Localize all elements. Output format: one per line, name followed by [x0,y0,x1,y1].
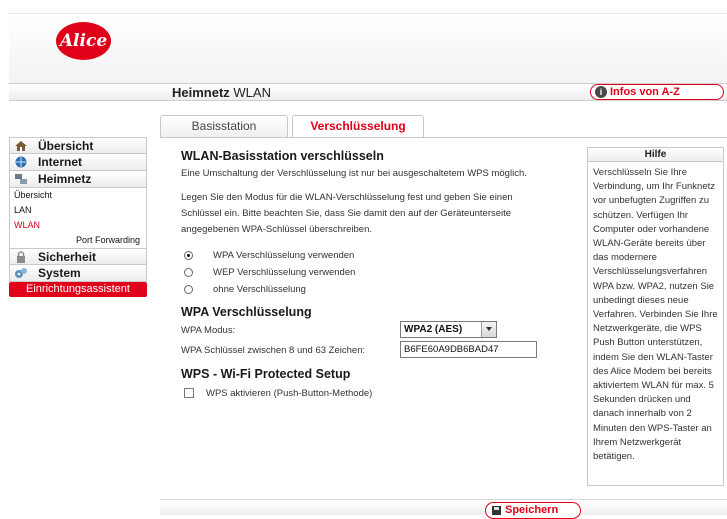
sidebar-nav: Übersicht Internet Heimnetz Übersicht LA… [9,137,147,297]
help-panel: Hilfe Verschlüsseln Sie Ihre Verbindung,… [587,147,724,486]
wps-checkbox-row[interactable]: WPS aktivieren (Push-Button-Methode) [181,383,576,403]
wpa-mode-label: WPA Modus: [181,324,236,336]
radio-none[interactable] [184,285,193,294]
wpa-key-input[interactable]: B6FE60A9DB6BAD47 [400,341,537,358]
wps-checkbox[interactable] [184,388,194,398]
sidebar-item-uebersicht[interactable]: Übersicht [9,137,147,154]
radio-wpa[interactable] [184,251,193,260]
radio-wep-row[interactable]: WEP Verschlüsselung verwenden [181,264,576,281]
tab-basisstation[interactable]: Basisstation [160,115,288,137]
sidebar-einrichtungsassistent[interactable]: Einrichtungsassistent [9,282,147,297]
network-icon [14,173,28,185]
sidebar-item-heimnetz[interactable]: Heimnetz [9,171,147,188]
sidebar-subitem-uebersicht[interactable]: Übersicht [9,188,147,203]
alice-logo: Alice [56,22,111,60]
help-text: Verschlüsseln Sie Ihre Verbindung, um Ih… [593,167,718,463]
wpa-mode-row: WPA Modus: WPA2 (AES) [181,320,576,340]
sidebar-subitem-port-forwarding[interactable]: Port Forwarding [9,233,147,248]
lock-icon [14,250,28,263]
wps-note: Eine Umschaltung der Verschlüsselung ist… [181,168,527,179]
infos-a-z-button[interactable]: i Infos von A-Z [590,84,724,100]
wpa-key-row: WPA Schlüssel zwischen 8 und 63 Zeichen:… [181,340,576,360]
section-heading-verschluesseln: WLAN-Basisstation verschlüsseln [181,149,384,163]
radio-wpa-row[interactable]: WPA Verschlüsselung verwenden [181,247,576,264]
page-title: Heimnetz WLAN [172,85,271,100]
info-icon: i [595,86,607,98]
footer-bar [160,499,727,515]
sidebar-item-internet[interactable]: Internet [9,154,147,171]
home-icon [14,140,28,152]
wpa-mode-select[interactable]: WPA2 (AES) [400,321,497,338]
save-button[interactable]: Speichern [485,502,581,519]
radio-wep[interactable] [184,268,193,277]
help-title: Hilfe [588,148,723,162]
globe-icon [14,156,28,168]
wpa-key-label: WPA Schlüssel zwischen 8 und 63 Zeichen: [181,344,366,356]
sidebar-subitem-wlan[interactable]: WLAN [9,218,147,233]
radio-none-row[interactable]: ohne Verschlüsselung [181,281,576,298]
gears-icon [14,267,28,279]
section-heading-wps: WPS - Wi-Fi Protected Setup [181,367,351,381]
sidebar-subitem-lan[interactable]: LAN [9,203,147,218]
content-area: WLAN-Basisstation verschlüsseln Eine Ums… [181,147,576,403]
header-band [9,13,727,83]
section-heading-wpa: WPA Verschlüsselung [181,305,312,319]
chevron-down-icon[interactable] [481,322,496,337]
sidebar-item-sicherheit[interactable]: Sicherheit [9,248,147,265]
sidebar-item-system[interactable]: System [9,265,147,282]
tab-verschluesselung[interactable]: Verschlüsselung [292,115,424,137]
floppy-disk-icon [492,506,501,515]
instruction-text: Legen Sie den Modus für die WLAN-Verschl… [181,192,513,235]
